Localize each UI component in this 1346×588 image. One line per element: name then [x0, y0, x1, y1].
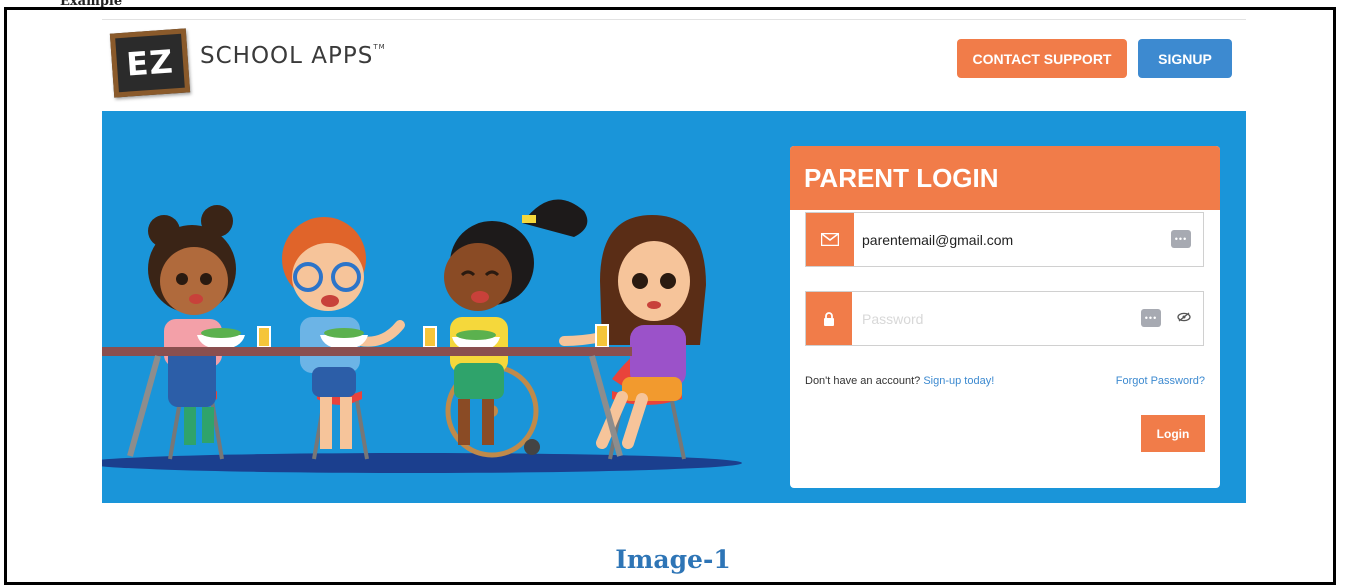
keyboard-dots-icon[interactable]: •••: [1171, 230, 1191, 248]
forgot-password-link[interactable]: Forgot Password?: [1116, 375, 1205, 387]
login-button[interactable]: Login: [1141, 415, 1205, 452]
contact-support-button[interactable]: CONTACT SUPPORT: [957, 39, 1127, 78]
password-input[interactable]: [860, 302, 1164, 336]
header-divider: [102, 19, 1246, 20]
email-field[interactable]: •••: [805, 212, 1204, 267]
envelope-icon: [806, 213, 854, 266]
password-field[interactable]: •••: [805, 291, 1204, 346]
trademark-symbol: TM: [373, 43, 386, 51]
lock-icon: [806, 292, 852, 345]
logo-mark: EZ: [125, 42, 175, 84]
signup-today-link[interactable]: Sign-up today!: [923, 375, 994, 387]
signup-prompt: Don't have an account? Sign-up today!: [805, 375, 994, 387]
logo-text: SCHOOL APPS: [200, 43, 374, 69]
keyboard-dots-icon[interactable]: •••: [1141, 309, 1161, 327]
no-account-text: Don't have an account?: [805, 375, 921, 387]
signup-button[interactable]: SIGNUP: [1138, 39, 1232, 78]
email-input[interactable]: [860, 223, 1164, 257]
parent-login-card: PARENT LOGIN ••• ••• Don't have an accou…: [790, 146, 1220, 488]
chalkboard-logo-icon: EZ: [109, 28, 191, 98]
image-caption: Image-1: [615, 545, 731, 574]
login-title: PARENT LOGIN: [804, 162, 999, 193]
login-title-bar: PARENT LOGIN: [790, 146, 1220, 210]
eye-slash-icon[interactable]: [1177, 310, 1191, 325]
logo-wordmark: SCHOOL APPSTM: [200, 43, 386, 69]
logo[interactable]: EZ SCHOOL APPSTM: [109, 27, 386, 99]
